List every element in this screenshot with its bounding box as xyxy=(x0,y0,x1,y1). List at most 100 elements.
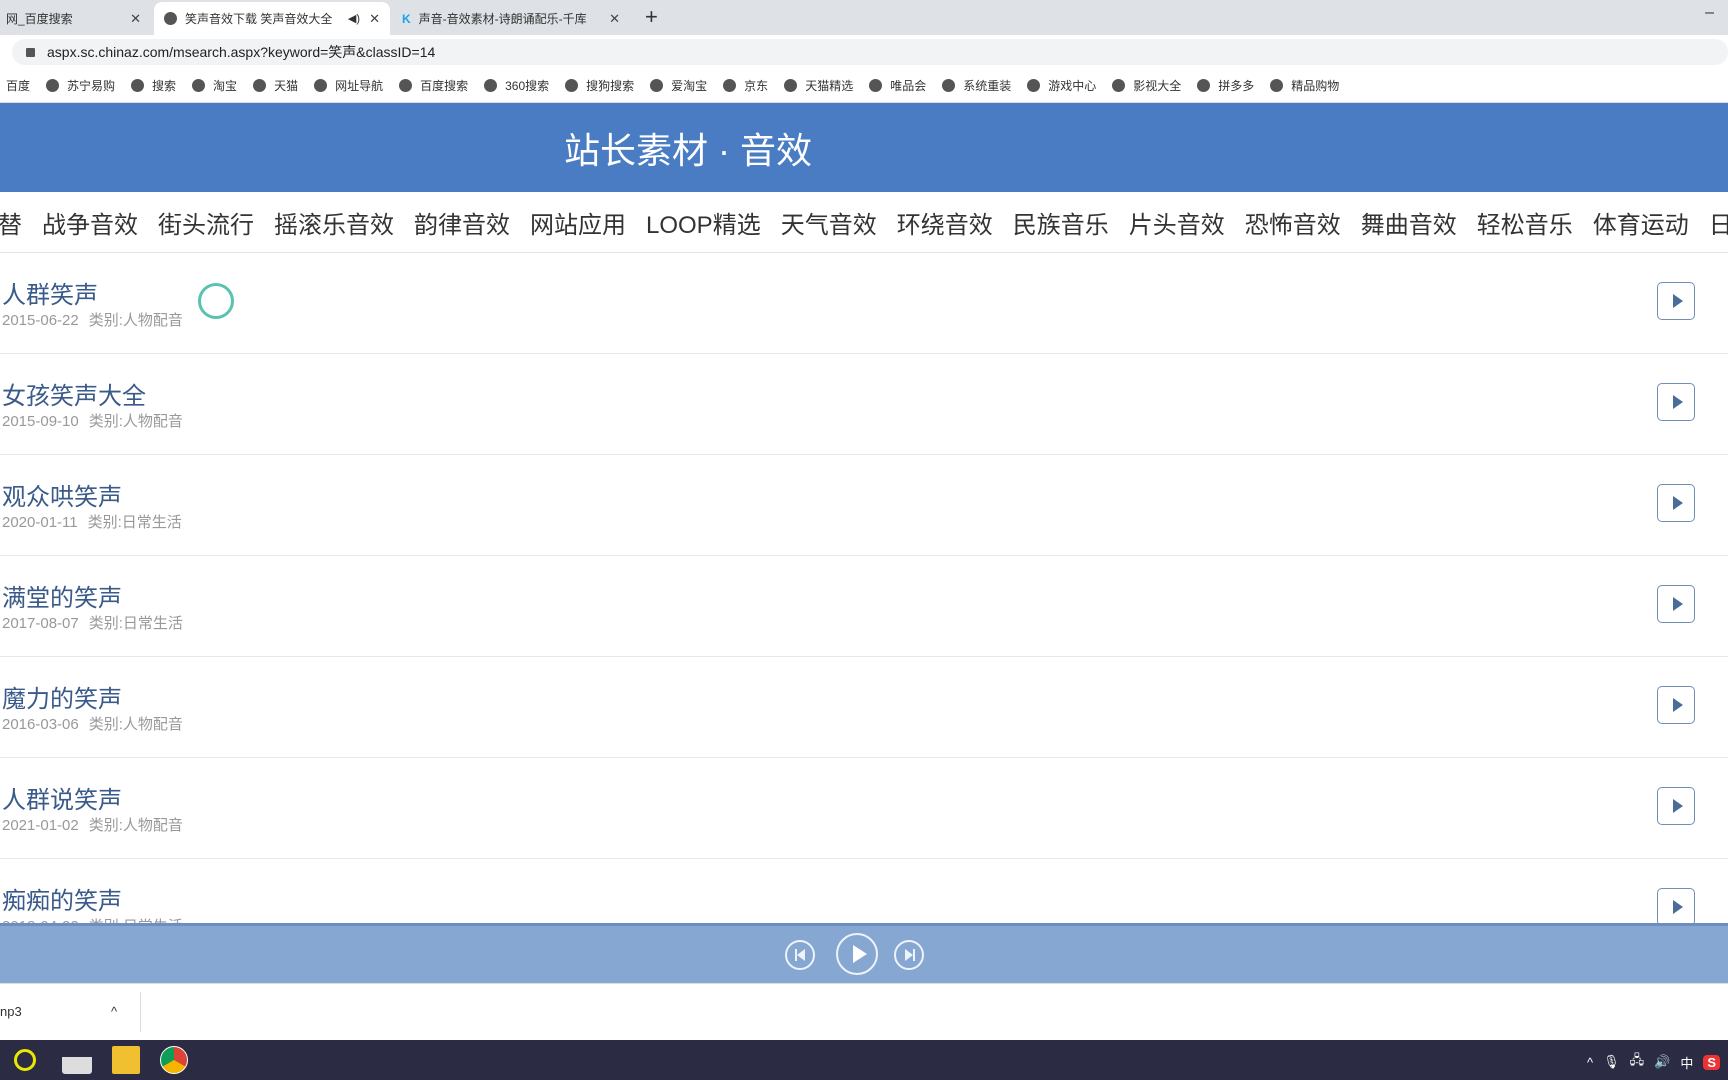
list-item: 女孩笑声大全 2015-09-10 类别:人物配音 xyxy=(0,354,1728,455)
bookmark-item[interactable]: 天猫 xyxy=(253,77,298,94)
new-tab-button[interactable]: + xyxy=(645,4,658,30)
nav-category[interactable]: 日 xyxy=(1709,205,1728,240)
bookmark-item[interactable]: 游戏中心 xyxy=(1027,77,1096,94)
globe-icon xyxy=(869,79,883,92)
bookmark-item[interactable]: 苏宁易购 xyxy=(46,77,115,94)
play-button[interactable] xyxy=(836,933,878,975)
play-sound-button[interactable] xyxy=(1657,585,1695,623)
globe-icon xyxy=(723,79,737,92)
close-tab-icon[interactable]: ✕ xyxy=(369,11,380,27)
nav-category[interactable]: 民族音乐 xyxy=(1013,205,1109,240)
previous-track-button[interactable] xyxy=(785,940,815,970)
list-item: 魔力的笑声 2016-03-06 类别:人物配音 xyxy=(0,657,1728,758)
sound-date: 2016-03-06 xyxy=(2,716,79,733)
play-sound-button[interactable] xyxy=(1657,383,1695,421)
bookmark-item[interactable]: 淘宝 xyxy=(192,77,237,94)
chrome-icon[interactable] xyxy=(160,1046,188,1074)
play-sound-button[interactable] xyxy=(1657,686,1695,724)
sound-date: 2021-01-02 xyxy=(2,817,79,834)
bookmark-item[interactable]: 百度 xyxy=(6,77,30,94)
tab-qianku[interactable]: K 声音-音效素材-诗朗诵配乐-千库 ✕ xyxy=(392,2,630,35)
minimize-button[interactable]: – xyxy=(1705,4,1714,22)
microphone-icon[interactable]: 🎙 xyxy=(1603,1054,1620,1070)
bookmark-item[interactable]: 360搜索 xyxy=(484,77,549,94)
sound-meta: 2015-09-10 类别:人物配音 xyxy=(2,410,183,431)
globe-icon xyxy=(46,79,60,92)
nav-category[interactable]: 恐怖音效 xyxy=(1245,205,1341,240)
nav-category[interactable]: 网站应用 xyxy=(530,205,626,240)
sound-title[interactable]: 观众哄笑声 xyxy=(2,477,122,512)
next-track-button[interactable] xyxy=(894,940,924,970)
sound-title[interactable]: 女孩笑声大全 xyxy=(2,376,146,411)
sound-title[interactable]: 痴痴的笑声 xyxy=(2,881,122,916)
sound-title[interactable]: 满堂的笑声 xyxy=(2,578,122,613)
bookmark-item[interactable]: 影视大全 xyxy=(1112,77,1181,94)
bookmarks-bar: 百度 苏宁易购 搜索 淘宝 天猫 网址导航 百度搜索 360搜索 搜狗搜索 爱淘宝 京东 天猫精选 唯品… xyxy=(0,69,1728,103)
nav-category[interactable]: 摇滚乐音效 xyxy=(274,205,394,240)
sound-date: 2017-08-07 xyxy=(2,615,79,632)
cortana-icon[interactable] xyxy=(14,1049,36,1071)
globe-icon xyxy=(399,79,413,92)
sound-meta: 2016-03-06 类别:人物配音 xyxy=(2,713,183,734)
sogou-icon[interactable]: S xyxy=(1703,1054,1720,1070)
audio-playing-icon[interactable]: ◀) xyxy=(348,12,360,25)
nav-category[interactable]: 天气音效 xyxy=(781,205,877,240)
list-item: 观众哄笑声 2020-01-11 类别:日常生活 xyxy=(0,455,1728,556)
nav-category[interactable]: 战争音效 xyxy=(42,205,138,240)
bookmark-item[interactable]: 系统重装 xyxy=(942,77,1011,94)
bookmark-item[interactable]: 唯品会 xyxy=(869,77,926,94)
list-item: 满堂的笑声 2017-08-07 类别:日常生活 xyxy=(0,556,1728,657)
nav-category[interactable]: 替 xyxy=(0,205,22,240)
sound-category: 类别:日常生活 xyxy=(88,615,183,632)
nav-category[interactable]: 舞曲音效 xyxy=(1361,205,1457,240)
close-tab-icon[interactable]: ✕ xyxy=(609,11,620,27)
nav-category[interactable]: LOOP精选 xyxy=(646,205,761,240)
ime-indicator[interactable]: 中 xyxy=(1680,1053,1693,1072)
sound-date: 2015-09-10 xyxy=(2,413,79,430)
bookmark-item[interactable]: 搜狗搜索 xyxy=(565,77,634,94)
sound-category: 类别:日常生活 xyxy=(87,514,182,531)
download-item[interactable]: np3 xyxy=(0,1004,22,1019)
url-input[interactable]: aspx.sc.chinaz.com/msearch.aspx?keyword=… xyxy=(12,39,1728,65)
play-sound-button[interactable] xyxy=(1657,484,1695,522)
app-icon[interactable] xyxy=(62,1046,92,1074)
bookmark-item[interactable]: 精品购物 xyxy=(1270,77,1339,94)
bookmark-item[interactable]: 网址导航 xyxy=(314,77,383,94)
close-tab-icon[interactable]: ✕ xyxy=(130,11,141,27)
play-sound-button[interactable] xyxy=(1657,282,1695,320)
tab-strip: 网_百度搜索 ✕ 笑声音效下载 笑声音效大全 ◀) ✕ K 声音-音效素材-诗朗诵配乐-… xyxy=(0,0,1728,35)
bookmark-item[interactable]: 京东 xyxy=(723,77,768,94)
tray-chevron-icon[interactable]: ^ xyxy=(1587,1055,1593,1070)
file-explorer-icon[interactable] xyxy=(112,1046,140,1074)
download-chevron-icon[interactable]: ^ xyxy=(111,1004,117,1019)
tab-active[interactable]: 笑声音效下载 笑声音效大全 ◀) ✕ xyxy=(154,2,390,35)
sound-title[interactable]: 魔力的笑声 xyxy=(2,679,122,714)
site-title: 站长素材 · 音效 xyxy=(564,129,812,171)
tab-baidu[interactable]: 网_百度搜索 ✕ xyxy=(0,2,151,35)
play-sound-button[interactable] xyxy=(1657,787,1695,825)
bookmark-item[interactable]: 天猫精选 xyxy=(784,77,853,94)
bookmark-item[interactable]: 拼多多 xyxy=(1197,77,1254,94)
play-sound-button[interactable] xyxy=(1657,888,1695,923)
site-header: 站长素材 · 音效 xyxy=(0,103,1728,192)
address-bar: aspx.sc.chinaz.com/msearch.aspx?keyword=… xyxy=(0,35,1728,69)
nav-category[interactable]: 片头音效 xyxy=(1129,205,1225,240)
sound-date: 2020-01-11 xyxy=(2,514,78,531)
nav-category[interactable]: 轻松音乐 xyxy=(1477,205,1573,240)
bookmark-item[interactable]: 搜索 xyxy=(131,77,176,94)
sound-title[interactable]: 人群说笑声 xyxy=(2,780,122,815)
volume-icon[interactable]: 🔊 xyxy=(1654,1054,1670,1070)
nav-category[interactable]: 街头流行 xyxy=(158,205,254,240)
bookmark-item[interactable]: 爱淘宝 xyxy=(650,77,707,94)
globe-icon xyxy=(1027,79,1041,92)
nav-category[interactable]: 体育运动 xyxy=(1593,205,1689,240)
lock-icon xyxy=(26,47,35,57)
bookmark-item[interactable]: 百度搜索 xyxy=(399,77,468,94)
sound-meta: 2017-08-07 类别:日常生活 xyxy=(2,612,183,633)
network-icon[interactable]: 🖧 xyxy=(1630,1051,1645,1073)
globe-icon xyxy=(164,12,177,25)
nav-category[interactable]: 韵律音效 xyxy=(414,205,510,240)
sound-title[interactable]: 人群笑声 xyxy=(2,275,98,310)
nav-category[interactable]: 环绕音效 xyxy=(897,205,993,240)
sound-meta: 2018-04-22类别:日常生活 xyxy=(2,915,183,923)
